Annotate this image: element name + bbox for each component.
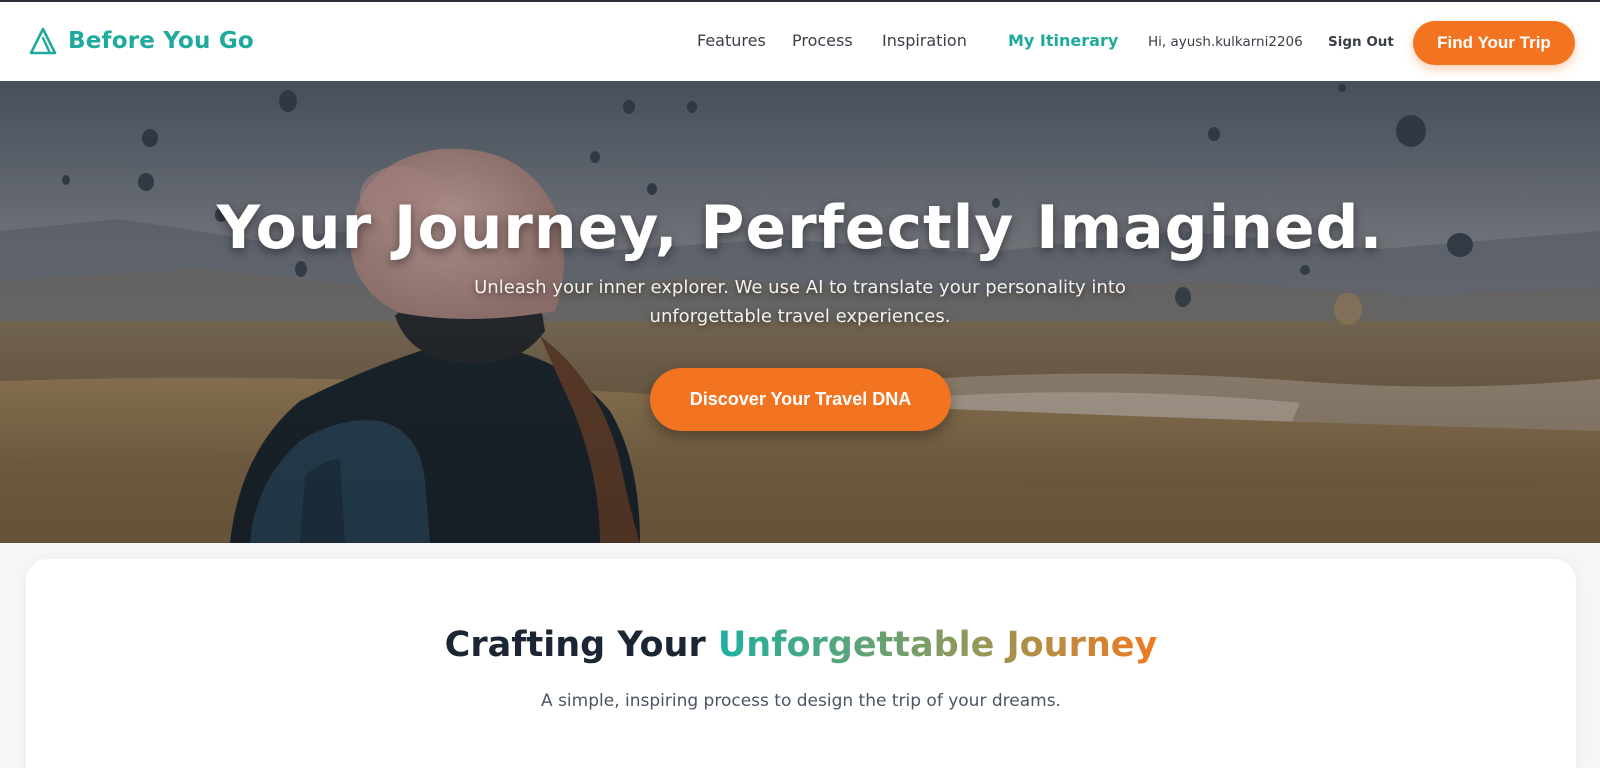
discover-travel-dna-button[interactable]: Discover Your Travel DNA xyxy=(650,368,951,431)
nav-inspiration[interactable]: Inspiration xyxy=(882,31,967,50)
triangle-logo-icon xyxy=(29,27,57,55)
hero-subtitle-line2: unforgettable travel experiences. xyxy=(649,306,951,327)
brand-name: Before You Go xyxy=(68,28,254,54)
find-your-trip-button[interactable]: Find Your Trip xyxy=(1413,21,1575,65)
process-section-card: Crafting Your Unforgettable Journey A si… xyxy=(26,559,1576,768)
user-greeting: Hi, ayush.kulkarni2206 xyxy=(1148,34,1303,50)
site-header: Before You Go Features Process Inspirati… xyxy=(0,2,1600,81)
hero-title: Your Journey, Perfectly Imagined. xyxy=(216,193,1384,263)
section-title-part1: Crafting Your xyxy=(444,625,706,665)
nav-features[interactable]: Features xyxy=(697,31,766,50)
section-title: Crafting Your Unforgettable Journey xyxy=(26,625,1576,665)
nav-my-itinerary[interactable]: My Itinerary xyxy=(1008,31,1118,50)
hero-subtitle-line1: Unleash your inner explorer. We use AI t… xyxy=(474,277,1126,298)
hero-section: Your Journey, Perfectly Imagined. Unleas… xyxy=(0,81,1600,543)
brand-logo[interactable]: Before You Go xyxy=(28,26,254,56)
sign-out-link[interactable]: Sign Out xyxy=(1328,34,1394,50)
nav-process[interactable]: Process xyxy=(792,31,853,50)
hero-subtitle: Unleash your inner explorer. We use AI t… xyxy=(400,273,1200,331)
section-subtitle: A simple, inspiring process to design th… xyxy=(541,691,1061,711)
section-title-part2: Unforgettable Journey xyxy=(717,625,1158,665)
